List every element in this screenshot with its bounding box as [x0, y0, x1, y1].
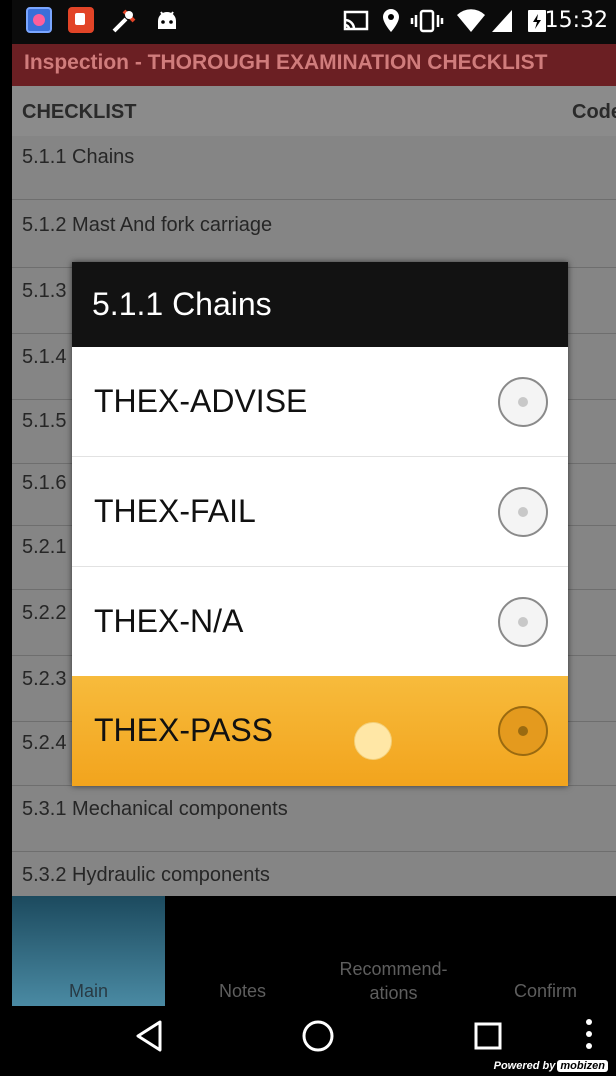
checklist-row-label: 5.3.2 Hydraulic components [22, 864, 270, 886]
checklist-row-label: 5.1.5 [22, 410, 67, 432]
checklist-row[interactable]: 5.3.1 Mechanical components [12, 788, 616, 852]
android-icon [154, 7, 180, 39]
checklist-row[interactable]: 5.3.2 Hydraulic components [12, 854, 616, 896]
tools-icon [110, 7, 138, 41]
tab-label: Confirm [513, 981, 577, 1001]
checklist-row-label: 5.1.6 [22, 472, 67, 494]
option-thex-advise[interactable]: THEX-ADVISE [72, 347, 568, 457]
checklist-row[interactable]: 5.1.1 Chains [12, 136, 616, 200]
radio-dot [518, 397, 528, 407]
option-label: THEX-ADVISE [94, 383, 308, 419]
powered-by-watermark: Powered by mobizen [494, 1060, 608, 1072]
home-icon[interactable] [300, 1018, 336, 1058]
recents-icon[interactable] [472, 1018, 504, 1058]
powered-by-brand: mobizen [557, 1060, 608, 1072]
tab-label: Main [68, 981, 108, 1001]
signal-icon [490, 7, 514, 41]
status-time: 15:32 [544, 8, 608, 33]
checklist-header-title: CHECKLIST [22, 101, 137, 123]
radio-dot [518, 726, 528, 736]
checklist-header-code: Code [572, 101, 616, 123]
tab-main[interactable]: Main [12, 896, 165, 1006]
page-title: Inspection - THOROUGH EXAMINATION CHECKL… [24, 51, 548, 74]
tab-label-line2: ations [369, 983, 418, 1003]
radio-button[interactable] [498, 377, 548, 427]
radio-dot [518, 617, 528, 627]
overflow-icon[interactable] [584, 1016, 594, 1056]
powered-by-text: Powered by [493, 1060, 556, 1072]
tab-confirm[interactable]: Confirm [470, 896, 616, 1006]
checklist-row-label: 5.1.1 Chains [22, 146, 135, 168]
vibrate-icon [410, 7, 444, 41]
radio-dot [518, 507, 528, 517]
checklist-row-label: 5.1.4 [22, 346, 67, 368]
navigation-bar: Powered by mobizen [12, 1006, 616, 1076]
bottom-tab-bar: Main Notes Recommend- ations Confirm [12, 896, 616, 1006]
wifi-icon [456, 7, 486, 41]
title-bar: Inspection - THOROUGH EXAMINATION CHECKL… [12, 44, 616, 86]
option-label: THEX-FAIL [94, 493, 256, 529]
app-icon-1 [26, 7, 52, 33]
option-thex-fail[interactable]: THEX-FAIL [72, 457, 568, 567]
tab-notes[interactable]: Notes [167, 896, 318, 1006]
checklist-row-label: 5.2.3 [22, 668, 67, 690]
status-bar: 15:32 [12, 0, 616, 44]
back-icon[interactable] [132, 1018, 166, 1058]
app-icon-2 [68, 7, 94, 33]
checklist-row-label: 5.2.4 [22, 732, 67, 754]
cast-icon [342, 7, 370, 41]
option-thex-pass[interactable]: THEX-PASS [72, 676, 568, 786]
radio-button[interactable] [498, 706, 548, 756]
checklist-header: CHECKLIST Code [12, 86, 616, 136]
dialog-header: 5.1.1 Chains [72, 262, 568, 347]
checklist-row[interactable]: 5.1.2 Mast And fork carriage [12, 204, 616, 268]
option-dialog: 5.1.1 Chains THEX-ADVISE THEX-FAIL THEX-… [72, 262, 568, 786]
tab-label-line1: Recommend- [339, 959, 448, 979]
checklist-row-label: 5.2.1 [22, 536, 67, 558]
tab-recommendations[interactable]: Recommend- ations [318, 896, 469, 1006]
option-label: THEX-N/A [94, 603, 244, 639]
option-thex-na[interactable]: THEX-N/A [72, 567, 568, 677]
checklist-row-label: 5.1.2 Mast And fork carriage [22, 214, 273, 236]
dialog-title: 5.1.1 Chains [92, 286, 272, 322]
radio-button[interactable] [498, 597, 548, 647]
touch-indicator [354, 722, 392, 760]
tab-label: Notes [218, 981, 267, 1001]
option-label: THEX-PASS [94, 712, 273, 748]
radio-button[interactable] [498, 487, 548, 537]
location-icon [380, 7, 402, 41]
checklist-row-label: 5.3.1 Mechanical components [22, 798, 288, 820]
checklist-row-label: 5.2.2 [22, 602, 67, 624]
